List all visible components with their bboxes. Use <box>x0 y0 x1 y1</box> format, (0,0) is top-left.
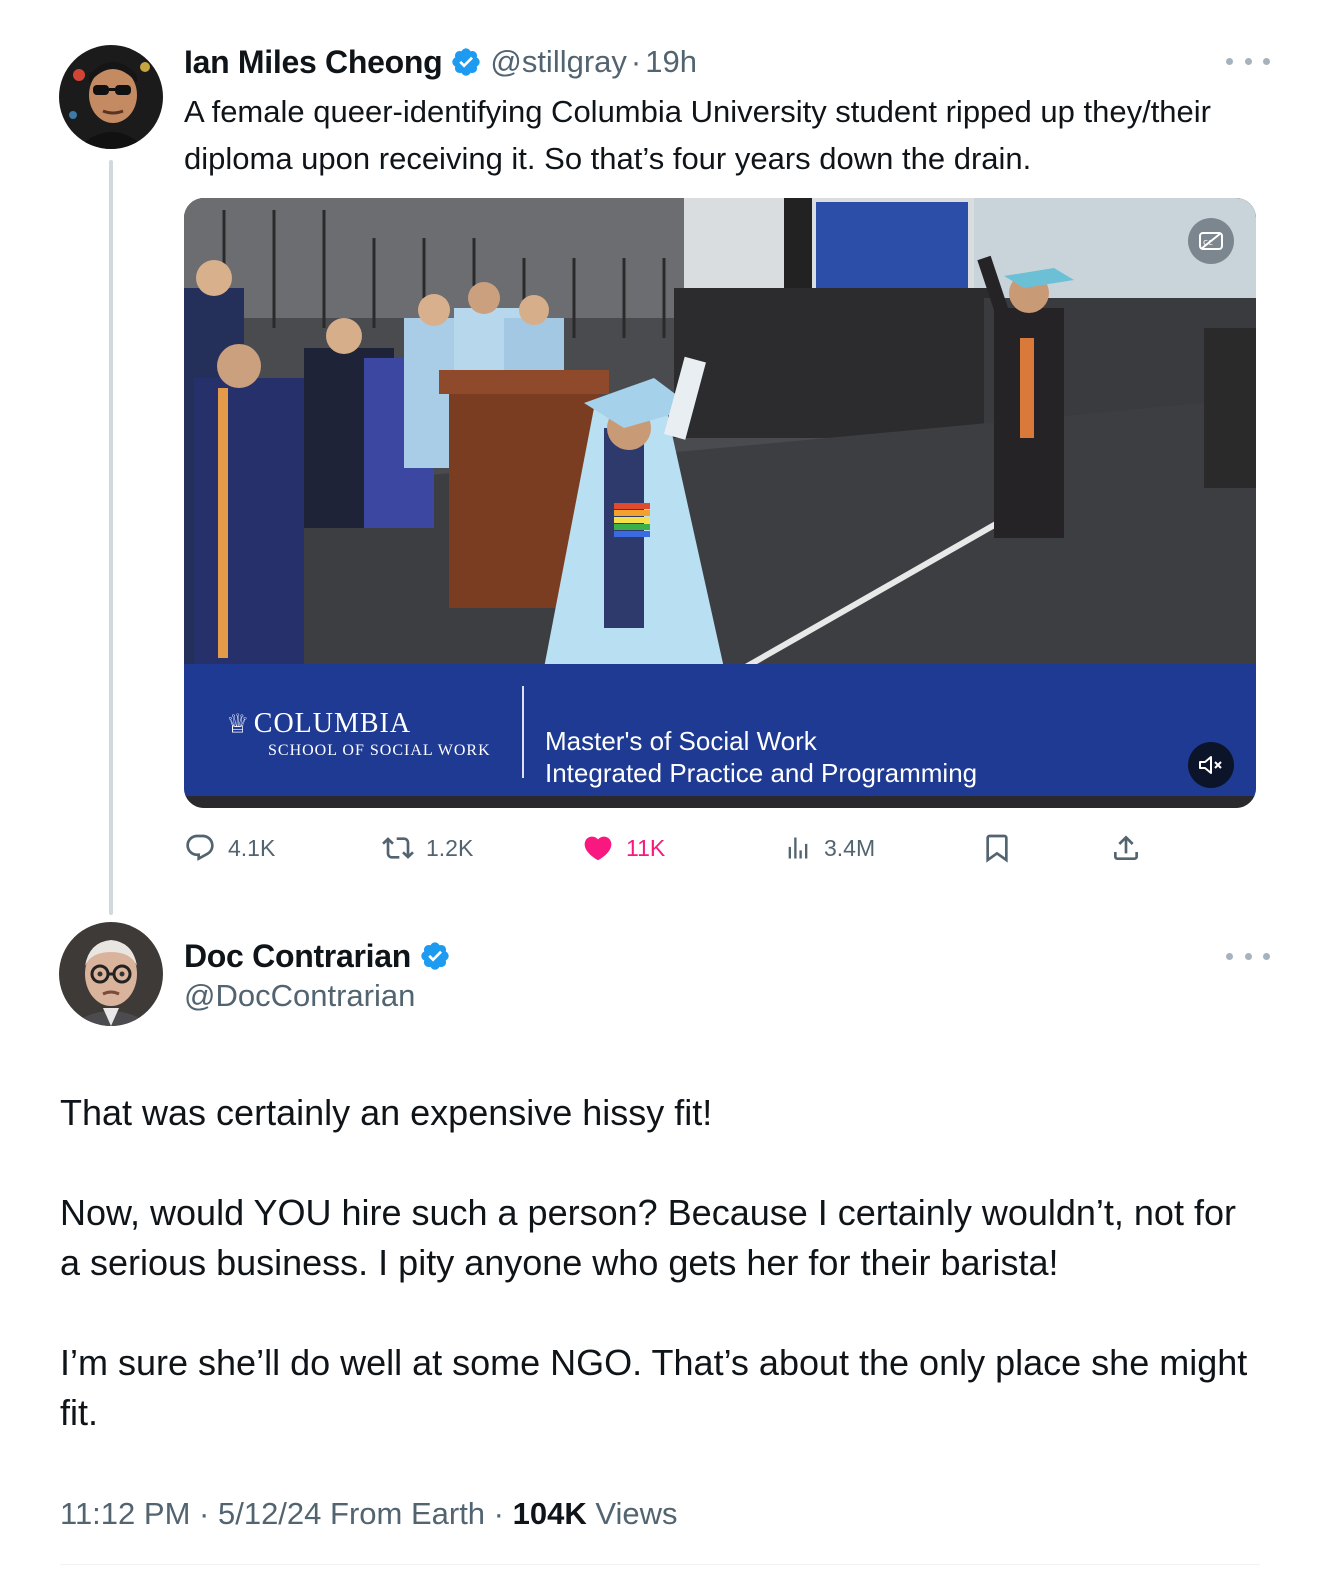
like-count: 11K <box>626 834 666 861</box>
views-count: 3.4M <box>824 834 876 861</box>
repost-icon <box>382 837 414 859</box>
avatar-image <box>59 922 163 1026</box>
more-options-icon[interactable] <box>1226 946 1270 966</box>
tweet1-text: A female queer-identifying Columbia Univ… <box>184 94 1211 176</box>
tweet2-meta: 11:12 PM · 5/12/24 From Earth · 104K Vie… <box>60 1496 678 1532</box>
reply-button[interactable]: 4.1K <box>184 828 275 868</box>
views-count: 104K <box>512 1496 587 1531</box>
tweet1-header: Ian Miles Cheong @stillgray · 19h <box>184 40 697 84</box>
verified-badge-icon[interactable] <box>450 46 482 78</box>
school-name: SCHOOL OF SOCIAL WORK <box>268 742 491 759</box>
bookmark-icon <box>986 834 1008 863</box>
tweet2-paragraph: Now, would YOU hire such a person? Becau… <box>60 1192 1236 1283</box>
program-line-1: Master's of Social Work <box>545 726 817 756</box>
tweet-date-source[interactable]: 5/12/24 From Earth <box>218 1496 485 1531</box>
avatar-image <box>59 45 163 149</box>
tweet-timestamp[interactable]: 19h <box>645 44 697 80</box>
more-options-icon[interactable] <box>1226 51 1270 71</box>
avatar-doc-contrarian[interactable] <box>59 922 163 1026</box>
separator-dot: · <box>630 44 642 79</box>
tweet2-paragraph: That was certainly an expensive hissy fi… <box>60 1092 713 1133</box>
author-handle[interactable]: @stillgray <box>490 44 627 80</box>
crown-icon: ♕ <box>226 708 250 739</box>
tweet2-text: That was certainly an expensive hissy fi… <box>60 1088 1260 1488</box>
lower-third-divider <box>522 686 524 778</box>
bookmark-button[interactable] <box>981 828 1013 868</box>
university-name: COLUMBIA <box>253 708 412 739</box>
repost-button[interactable]: 1.2K <box>382 828 473 868</box>
author-display-name[interactable]: Doc Contrarian <box>184 938 411 975</box>
verified-badge-icon[interactable] <box>419 940 451 972</box>
thread-connector-line <box>109 160 113 915</box>
share-button[interactable] <box>1110 828 1142 868</box>
tweet-video[interactable]: cc ♕ COLUMBIA SCHOOL OF SOCIAL WORK Mast… <box>184 198 1256 808</box>
divider <box>60 1564 1260 1565</box>
repost-count: 1.2K <box>426 834 474 861</box>
video-lower-third: ♕ COLUMBIA SCHOOL OF SOCIAL WORK Master'… <box>184 664 1256 802</box>
video-frame <box>184 198 1256 668</box>
like-icon <box>584 836 612 861</box>
share-icon <box>1114 835 1138 860</box>
muted-speaker-icon[interactable] <box>1188 742 1234 788</box>
thread-view: Ian Miles Cheong @stillgray · 19h A fema… <box>0 0 1321 1590</box>
video-bottom-strip <box>184 796 1256 808</box>
reply-icon <box>186 834 214 861</box>
views-button[interactable]: 3.4M <box>784 828 875 868</box>
reply-count: 4.1K <box>228 834 276 861</box>
author-display-name[interactable]: Ian Miles Cheong <box>184 44 443 81</box>
tweet-time[interactable]: 11:12 PM <box>60 1496 190 1531</box>
captions-off-icon[interactable]: cc <box>1188 218 1234 264</box>
separator-dot: · <box>493 1496 504 1531</box>
avatar-ian-miles-cheong[interactable] <box>59 45 163 149</box>
tweet2-paragraph: I’m sure she’ll do well at some NGO. Tha… <box>60 1342 1248 1433</box>
views-label: Views <box>595 1496 678 1531</box>
separator-dot: · <box>199 1496 210 1531</box>
columbia-logo: ♕ COLUMBIA SCHOOL OF SOCIAL WORK <box>226 708 491 760</box>
views-icon <box>788 837 808 859</box>
author-handle[interactable]: @DocContrarian <box>184 978 415 1014</box>
like-button[interactable]: 11K <box>582 828 665 868</box>
tweet2-header: Doc Contrarian <box>184 936 451 976</box>
program-line-2: Integrated Practice and Programming <box>545 758 978 788</box>
